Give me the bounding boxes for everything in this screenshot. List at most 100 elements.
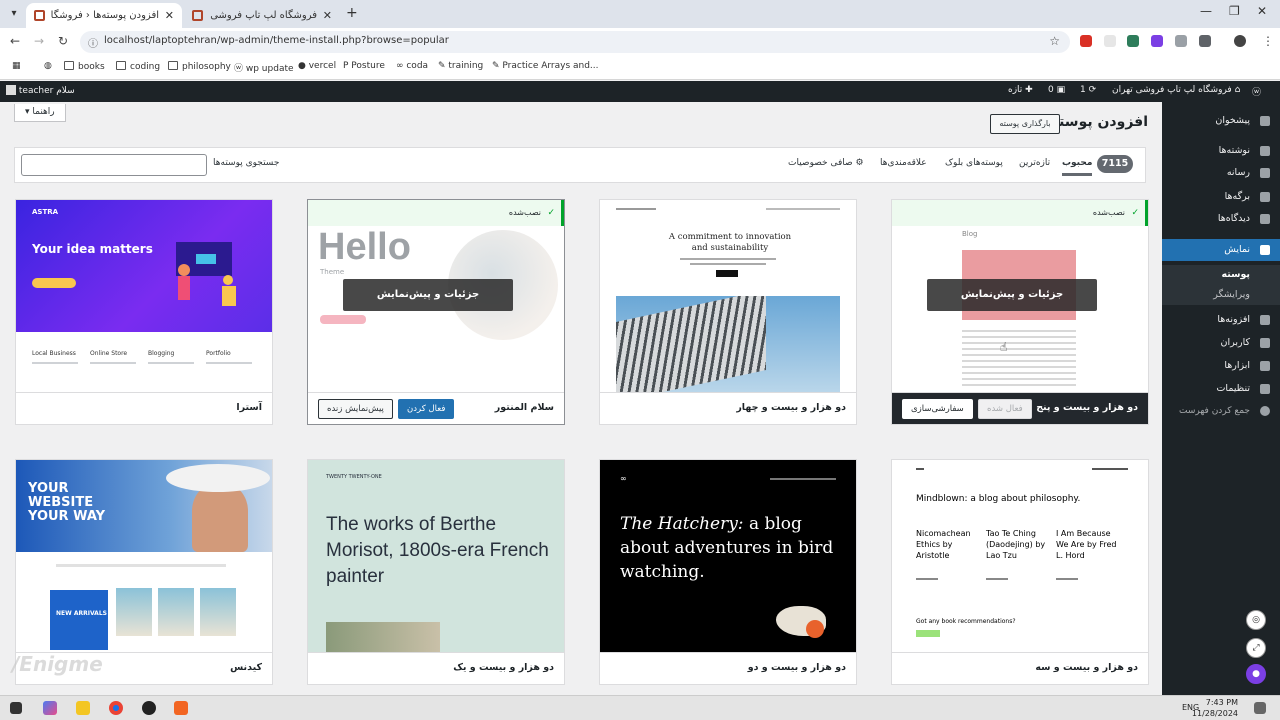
- forward-icon[interactable]: →: [34, 34, 44, 48]
- restore-icon[interactable]: ❐: [1229, 4, 1240, 18]
- bookmark-posture[interactable]: P Posture: [343, 61, 385, 71]
- new-tab-button[interactable]: +: [346, 5, 358, 21]
- floating-tool-icon[interactable]: ●: [1246, 664, 1266, 684]
- sidebar-item-appearance[interactable]: نمایش: [1156, 239, 1280, 261]
- sidebar-sub-themes[interactable]: پوسته: [1162, 265, 1280, 285]
- reload-icon[interactable]: ↻: [58, 34, 68, 48]
- file-explorer-icon[interactable]: [76, 701, 90, 715]
- start-icon[interactable]: [10, 702, 22, 714]
- browser-tab-active[interactable]: افزودن پوسته‌ها ‹ فروشگاه لپ تاپ ✕: [26, 3, 182, 28]
- extension-icon[interactable]: [1175, 35, 1187, 47]
- app-icon[interactable]: [174, 701, 188, 715]
- astra-cta: [32, 278, 76, 288]
- practice-icon: ✎: [492, 61, 503, 71]
- adminbar-updates[interactable]: 1 ⟳: [1080, 85, 1096, 95]
- coda-icon: ∞: [396, 61, 407, 71]
- tab-popular[interactable]: محبوب: [1062, 158, 1093, 176]
- bookmark-vercel[interactable]: ● vercel: [298, 61, 336, 71]
- tab-feature-filter[interactable]: صافی خصوصیات ⚙: [788, 158, 864, 168]
- adminbar-comments[interactable]: 0 ▣: [1048, 85, 1065, 95]
- bookmark-training[interactable]: ✎ training: [438, 61, 483, 71]
- window-close-icon[interactable]: ✕: [1257, 4, 1267, 18]
- theme-card-twenty-twenty-one[interactable]: TWENTY TWENTY-ONE The works of Berthe Mo…: [307, 459, 565, 685]
- tt23-post: Tao Te Ching (Daodejing) by Lao Tzu: [986, 529, 1046, 560]
- sidebar-item-plugins[interactable]: افزونه‌ها: [1162, 309, 1280, 331]
- tab-title: فروشگاه لپ تاپ فروشی تهران: [209, 10, 317, 21]
- bookmark-books[interactable]: books: [64, 61, 105, 72]
- bookmark-coding[interactable]: coding: [116, 61, 160, 72]
- tab-block-themes[interactable]: پوسته‌های بلوک: [945, 158, 1003, 168]
- address-bar[interactable]: ⓘ localhost/laptoptehran/wp-admin/theme-…: [80, 31, 1070, 53]
- floating-tool-icon[interactable]: ⤢: [1246, 638, 1266, 658]
- extension-icon[interactable]: [1104, 35, 1116, 47]
- url-text[interactable]: localhost/laptoptehran/wp-admin/theme-in…: [104, 35, 449, 46]
- user-account[interactable]: teacher سلام: [6, 85, 75, 96]
- hello-sub: Theme: [320, 268, 345, 276]
- theme-card-twenty-twenty-two[interactable]: ∞ The Hatchery: a blog about adventures …: [599, 459, 857, 685]
- sidebar-item-media[interactable]: رسانه: [1162, 162, 1280, 184]
- sidebar-item-posts[interactable]: نوشته‌ها: [1162, 140, 1280, 162]
- tab-search-icon[interactable]: ▾: [6, 6, 22, 22]
- notification-icon[interactable]: [1254, 702, 1266, 714]
- theme-card-twenty-twenty-four[interactable]: A commitment to innovation and sustainab…: [599, 199, 857, 425]
- kadence-hat: [166, 464, 270, 492]
- theme-card-astra[interactable]: ASTRA Your idea matters Local Business O…: [15, 199, 273, 425]
- adminbar-site-name[interactable]: فروشگاه لپ تاپ فروشی تهران ⌂: [1112, 85, 1240, 95]
- bookmark-coda[interactable]: ∞ coda: [396, 61, 428, 71]
- tt23-cta: [916, 630, 940, 637]
- theme-card-twenty-twenty-three[interactable]: Mindblown: a blog about philosophy. Nico…: [891, 459, 1149, 685]
- tab-favorites[interactable]: علاقه‌مندی‌ها: [880, 158, 927, 168]
- sidebar-item-tools[interactable]: ابزارها: [1162, 355, 1280, 377]
- tab-close-icon[interactable]: ✕: [323, 3, 332, 28]
- obs-icon[interactable]: [142, 701, 156, 715]
- apps-grid-icon[interactable]: ▦: [12, 61, 21, 71]
- sidebar-item-pages[interactable]: برگه‌ها: [1162, 186, 1280, 208]
- extension-icon[interactable]: [1127, 35, 1139, 47]
- tt23-post: I Am Because We Are by Fred L. Hord: [1056, 529, 1117, 560]
- browser-tab-strip: ▾ افزودن پوسته‌ها ‹ فروشگاه لپ تاپ ✕ فرو…: [0, 0, 1280, 28]
- chrome-icon[interactable]: [109, 701, 123, 715]
- sidebar-item-settings[interactable]: تنظیمات: [1162, 378, 1280, 400]
- sidebar-item-users[interactable]: کاربران: [1162, 332, 1280, 354]
- collapse-menu-button[interactable]: جمع کردن فهرست: [1162, 400, 1280, 422]
- minimize-icon[interactable]: —: [1200, 4, 1212, 18]
- site-info-icon[interactable]: ⓘ: [88, 35, 98, 50]
- extensions-puzzle-icon[interactable]: [1199, 35, 1211, 47]
- details-preview-button[interactable]: جزئیات و پیش‌نمایش: [927, 279, 1097, 311]
- floating-tool-icon[interactable]: ◎: [1246, 610, 1266, 630]
- collapse-icon: [1260, 406, 1270, 416]
- adminbar-new[interactable]: تازه ✚: [1008, 85, 1033, 95]
- sidebar-item-comments[interactable]: دیدگاه‌ها: [1162, 208, 1280, 230]
- browser-menu-icon[interactable]: ⋮: [1262, 34, 1274, 48]
- bookmark-practice-arrays[interactable]: ✎ Practice Arrays and...: [492, 61, 599, 71]
- help-tab-button[interactable]: ▾ راهنما: [14, 104, 66, 122]
- back-icon[interactable]: ←: [10, 34, 20, 48]
- live-preview-button[interactable]: پیش‌نمایش زنده: [318, 399, 393, 419]
- extension-icon[interactable]: [1151, 35, 1163, 47]
- bookmark-star-icon[interactable]: ☆: [1049, 34, 1060, 48]
- bookmark-icon[interactable]: ◍: [44, 61, 52, 71]
- taskbar-clock[interactable]: 7:43 PM 11/28/2024: [1192, 697, 1238, 719]
- theme-card-twenty-twenty-five[interactable]: Blog ✓ نصب‌شده جزئیات و پیش‌نمایش ☝ دو هز…: [891, 199, 1149, 425]
- bookmark-philosophy[interactable]: philosophy: [168, 61, 231, 72]
- tab-close-icon[interactable]: ✕: [165, 3, 174, 28]
- bookmarks-bar: ▦ ◍ books coding philosophy ⓦ wp update …: [0, 56, 1280, 80]
- sidebar-item-dashboard[interactable]: پیشخوان: [1162, 110, 1280, 132]
- customize-button[interactable]: سفارشی‌سازی: [902, 399, 973, 419]
- copilot-icon[interactable]: [43, 701, 57, 715]
- browser-tab[interactable]: فروشگاه لپ تاپ فروشی تهران ✕: [184, 3, 340, 28]
- details-preview-button[interactable]: جزئیات و پیش‌نمایش: [343, 279, 513, 311]
- sidebar-sub-editor[interactable]: ویرایشگر: [1162, 285, 1280, 305]
- extension-icon[interactable]: [1080, 35, 1092, 47]
- wordpress-logo-icon[interactable]: ⓦ: [1252, 85, 1261, 98]
- profile-avatar[interactable]: [1234, 35, 1246, 47]
- upload-theme-button[interactable]: بارگذاری پوسته: [990, 114, 1060, 134]
- kadence-badge: NEW ARRIVALS: [56, 610, 107, 617]
- theme-search-input[interactable]: [21, 154, 207, 176]
- activate-button[interactable]: فعال کردن: [398, 399, 455, 419]
- theme-card-hello-elementor[interactable]: Hello Theme ✓ نصب‌شده جزئیات و پیش‌نمایش …: [307, 199, 565, 425]
- tab-latest[interactable]: تازه‌ترین: [1019, 158, 1050, 168]
- bookmark-wp-update[interactable]: ⓦ wp update: [234, 61, 294, 74]
- gear-icon: ⚙: [855, 158, 864, 168]
- theme-screenshot: Hello Theme ✓ نصب‌شده جزئیات و پیش‌نمایش: [308, 200, 564, 392]
